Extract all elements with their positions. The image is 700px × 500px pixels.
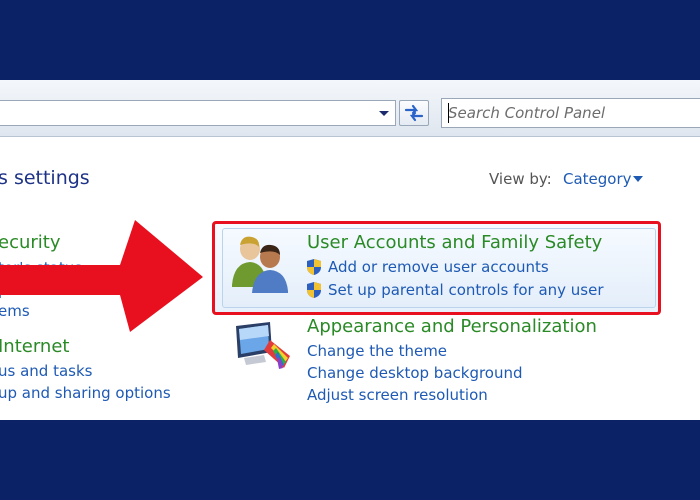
text-caret	[448, 103, 449, 123]
category-title-appearance[interactable]: Appearance and Personalization	[307, 316, 597, 337]
refresh-icon	[404, 104, 424, 122]
view-by-dropdown[interactable]: Category	[563, 170, 632, 188]
control-panel-window: s settings View by: Category ecurity ter…	[0, 80, 700, 420]
display-appearance-icon	[236, 322, 290, 369]
toolbar	[0, 80, 700, 137]
shield-icon	[307, 282, 321, 298]
refresh-button[interactable]	[399, 100, 429, 126]
chevron-down-icon[interactable]	[633, 176, 643, 184]
arrow-icon	[0, 220, 203, 332]
users-icon	[232, 236, 288, 293]
link-change-desktop-background[interactable]: Change desktop background	[307, 364, 523, 382]
link-homegroup-sharing[interactable]: up and sharing options	[0, 384, 171, 402]
page-title: s settings	[0, 167, 90, 189]
link-change-theme[interactable]: Change the theme	[307, 342, 447, 360]
category-title-network-internet[interactable]: Internet	[0, 336, 69, 357]
link-adjust-screen-resolution[interactable]: Adjust screen resolution	[307, 386, 488, 404]
link-network-status[interactable]: us and tasks	[0, 362, 92, 380]
address-dropdown-icon[interactable]	[374, 103, 394, 123]
search-box[interactable]	[441, 98, 700, 128]
link-parental-controls[interactable]: Set up parental controls for any user	[328, 281, 604, 299]
address-bar[interactable]	[0, 100, 396, 126]
category-title-user-accounts[interactable]: User Accounts and Family Safety	[307, 232, 602, 253]
shield-icon	[307, 259, 321, 275]
link-add-remove-users[interactable]: Add or remove user accounts	[328, 258, 549, 276]
search-input[interactable]	[448, 100, 698, 126]
view-by-label: View by:	[489, 170, 552, 188]
